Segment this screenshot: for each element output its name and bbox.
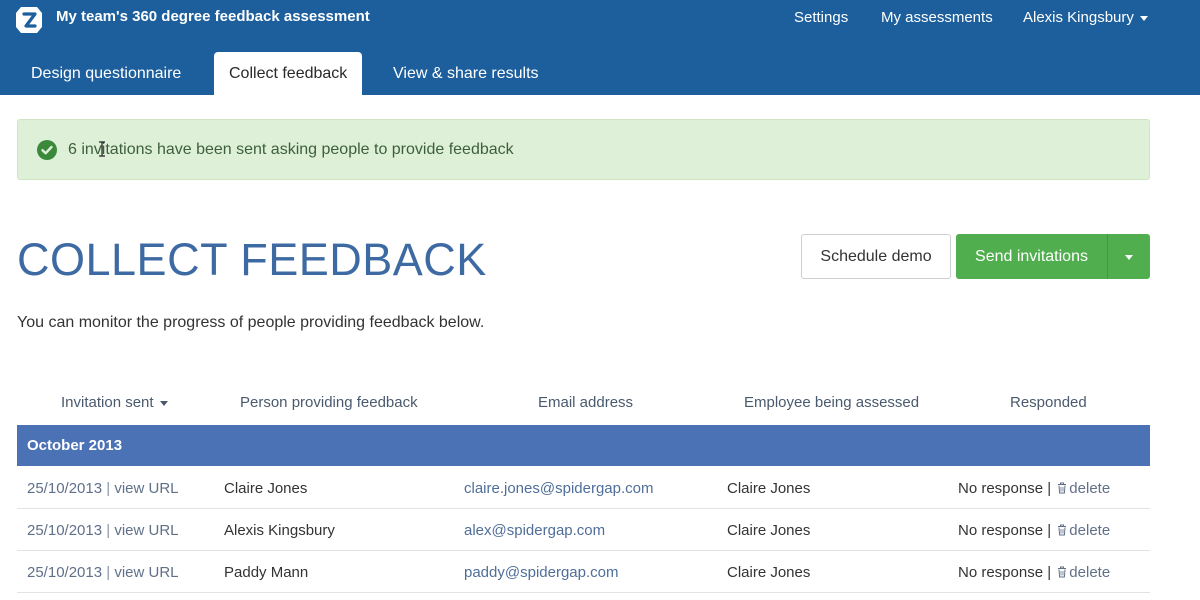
employee-cell: Claire Jones <box>727 564 811 581</box>
trash-icon[interactable] <box>1057 524 1067 536</box>
email-link[interactable]: alex@spidergap.com <box>464 522 605 539</box>
invitation-date-cell: 25/10/2013 | view URL <box>27 564 179 581</box>
app-logo-icon[interactable] <box>14 5 44 35</box>
sort-caret-icon <box>159 400 168 406</box>
responded-cell: No response | delete <box>958 480 1111 497</box>
column-header-employee: Employee being assessed <box>744 394 920 411</box>
month-group-row: October 2013 <box>17 425 1150 466</box>
alert-message: 6 invitations have been sent asking peop… <box>68 141 514 158</box>
trash-icon[interactable] <box>1057 482 1067 494</box>
email-link[interactable]: claire.jones@spidergap.com <box>464 480 654 497</box>
caret-down-icon <box>1139 15 1148 21</box>
check-circle-icon <box>37 140 57 160</box>
user-menu[interactable]: Alexis Kingsbury <box>1023 9 1148 26</box>
column-header-responded: Responded <box>1010 394 1087 411</box>
response-status: No response <box>958 564 1044 581</box>
column-header-invitation-sent[interactable]: Invitation sent <box>61 394 168 411</box>
invitation-date: 25/10/2013 <box>27 522 103 539</box>
employee-cell: Claire Jones <box>727 480 811 497</box>
responded-cell: No response | delete <box>958 522 1111 539</box>
invitation-date-cell: 25/10/2013 | view URL <box>27 522 179 539</box>
person-cell: Paddy Mann <box>224 564 309 581</box>
schedule-demo-button[interactable]: Schedule demo <box>801 234 951 279</box>
view-url-link[interactable]: view URL <box>114 522 178 539</box>
delete-link[interactable]: delete <box>1069 522 1110 539</box>
caret-down-icon <box>1125 254 1133 260</box>
column-header-label: Invitation sent <box>61 394 154 411</box>
column-header-email: Email address <box>538 394 634 411</box>
person-cell: Alexis Kingsbury <box>224 522 335 539</box>
column-header-person: Person providing feedback <box>240 394 418 411</box>
app-title: My team's 360 degree feedback assessment <box>56 8 370 25</box>
responded-cell: No response | delete <box>958 564 1111 581</box>
tab-design-questionnaire[interactable]: Design questionnaire <box>16 52 196 95</box>
text-cursor-icon <box>99 141 105 157</box>
tab-view-share-results[interactable]: View & share results <box>378 52 554 95</box>
nav-my-assessments-link[interactable]: My assessments <box>881 9 993 26</box>
success-alert: 6 invitations have been sent asking peop… <box>17 119 1150 180</box>
top-header: My team's 360 degree feedback assessment… <box>0 0 1200 95</box>
trash-icon[interactable] <box>1057 566 1067 578</box>
view-url-link[interactable]: view URL <box>114 480 178 497</box>
invitation-date: 25/10/2013 <box>27 480 103 497</box>
response-status: No response <box>958 522 1044 539</box>
invitation-date-cell: 25/10/2013 | view URL <box>27 480 179 497</box>
table-row: 25/10/2013 | view URL Claire Jones clair… <box>17 467 1150 509</box>
delete-link[interactable]: delete <box>1069 564 1110 581</box>
send-invitations-dropdown-toggle[interactable] <box>1107 234 1150 279</box>
table-row: 25/10/2013 | view URL Alexis Kingsbury a… <box>17 509 1150 551</box>
page-description: You can monitor the progress of people p… <box>17 314 485 331</box>
delete-link[interactable]: delete <box>1069 480 1110 497</box>
email-link[interactable]: paddy@spidergap.com <box>464 564 618 581</box>
send-invitations-button[interactable]: Send invitations <box>956 234 1107 279</box>
user-name: Alexis Kingsbury <box>1023 9 1134 26</box>
table-row: 25/10/2013 | view URL Paddy Mann paddy@s… <box>17 551 1150 593</box>
page-title: COLLECT FEEDBACK <box>17 234 487 285</box>
response-status: No response <box>958 480 1044 497</box>
tab-collect-feedback[interactable]: Collect feedback <box>214 52 363 95</box>
person-cell: Claire Jones <box>224 480 308 497</box>
invitation-date: 25/10/2013 <box>27 564 103 581</box>
employee-cell: Claire Jones <box>727 522 811 539</box>
nav-settings-link[interactable]: Settings <box>794 9 848 26</box>
month-group-label: October 2013 <box>27 437 123 454</box>
view-url-link[interactable]: view URL <box>114 564 178 581</box>
